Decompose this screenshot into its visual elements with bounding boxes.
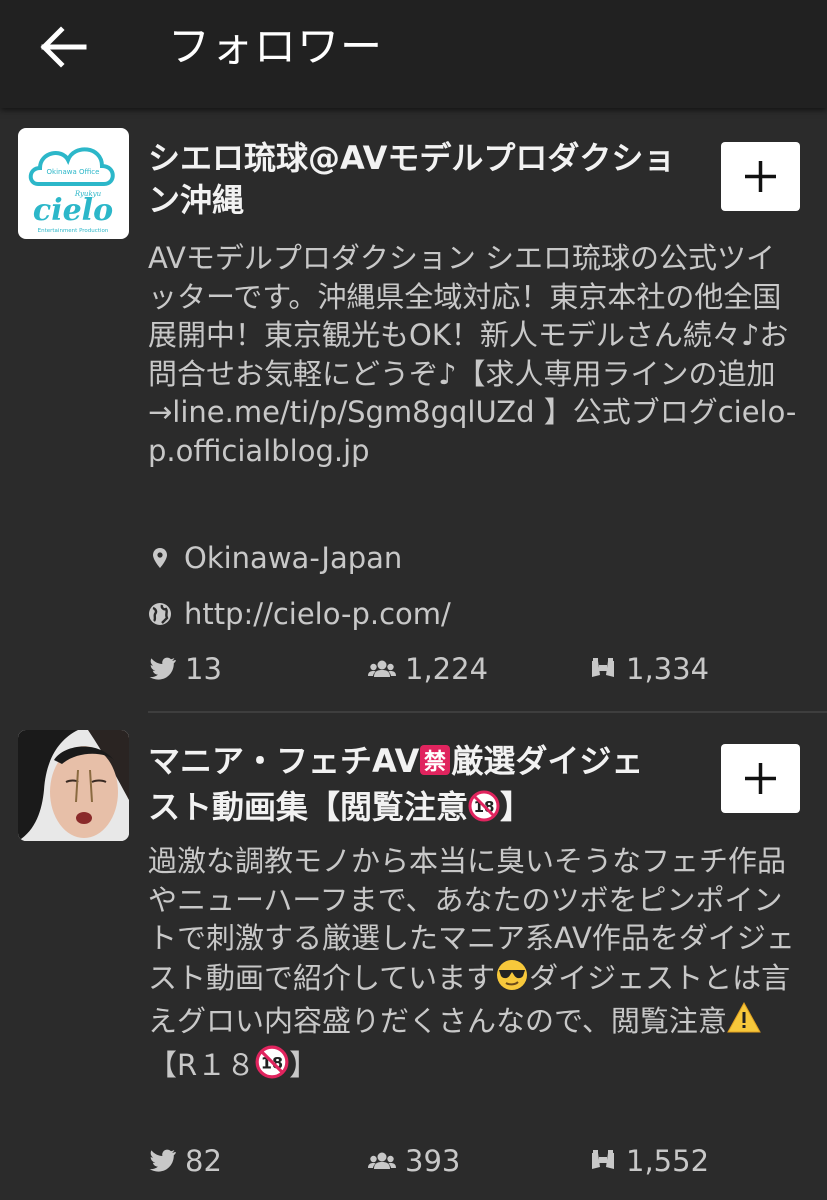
plus-icon (745, 161, 776, 192)
top-app-bar: フォロワー (0, 0, 827, 108)
user-name-line: ン沖縄 (148, 181, 245, 219)
following-value: 1,334 (626, 652, 710, 686)
user-bio: 過激な調教モノから本当に臭いそうなフェチ作品やニューハーフまで、あなたのツボをピ… (148, 842, 798, 1088)
followers-icon (368, 660, 396, 677)
binoculars-icon (592, 1150, 614, 1169)
twitter-bird-icon (149, 1149, 176, 1172)
logo-script-text: Ryukyu (74, 190, 102, 198)
user-name-line: マニア・フェチAV (148, 742, 420, 780)
prohibited-badge-text: 禁 (424, 749, 446, 775)
twitter-bird-icon (149, 657, 176, 680)
tweets-value: 82 (185, 1144, 222, 1178)
url-link[interactable]: http://cielo-p.com/ (184, 594, 451, 634)
binoculars-icon (592, 658, 614, 677)
warning-emoji-icon (726, 1001, 761, 1045)
logo-top-text: Okinawa Office (47, 168, 100, 176)
followers-value: 1,224 (405, 652, 489, 686)
globe-icon (149, 603, 171, 625)
plus-icon (745, 763, 776, 794)
follow-button[interactable] (721, 744, 800, 813)
user-bio: AVモデルプロダクション シエロ琉球の公式ツイッターです。沖縄県全域対応！東京本… (148, 241, 797, 468)
bio-text: 】 (289, 1047, 319, 1082)
tweets-value: 13 (185, 652, 222, 686)
user-name[interactable]: シエロ琉球@AVモデルプロダクショ ン沖縄 (148, 137, 704, 221)
no-under-18-icon: 18 (468, 790, 500, 832)
follow-button[interactable] (721, 142, 800, 211)
user-name-line: 厳選ダイジェ (451, 742, 644, 780)
user-name-line: 】 (500, 788, 533, 826)
no-under-18-icon: 18 (255, 1045, 289, 1089)
user-name-line: スト動画集【閲覧注意 (148, 788, 469, 826)
user-name[interactable]: マニア・フェチAV禁厳選ダイジェ スト動画集【閲覧注意18】 (148, 740, 704, 832)
followers-icon (368, 1152, 396, 1169)
cielo-logo-icon: cielo Okinawa Office Ryukyu Entertainmen… (28, 147, 115, 234)
bio-text: 【R１８ (148, 1047, 256, 1082)
location-text: Okinawa-Japan (184, 541, 403, 575)
map-pin-icon (153, 548, 167, 568)
logo-word: cielo (33, 193, 113, 228)
following-value: 1,552 (626, 1144, 710, 1178)
sunglasses-emoji-icon (495, 958, 529, 1002)
avatar[interactable]: cielo Okinawa Office Ryukyu Entertainmen… (18, 128, 129, 239)
avatar-photo-icon (18, 730, 129, 841)
user-name-line: シエロ琉球@AVモデルプロダクショ (148, 139, 676, 177)
followers-value: 393 (405, 1144, 461, 1178)
avatar[interactable] (18, 730, 129, 841)
page-title: フォロワー (168, 22, 384, 71)
logo-bottom-text: Entertainment Production (38, 228, 109, 234)
list-divider (148, 711, 827, 713)
prohibited-badge-icon: 禁 (419, 744, 451, 786)
arrow-left-icon[interactable] (40, 26, 88, 68)
